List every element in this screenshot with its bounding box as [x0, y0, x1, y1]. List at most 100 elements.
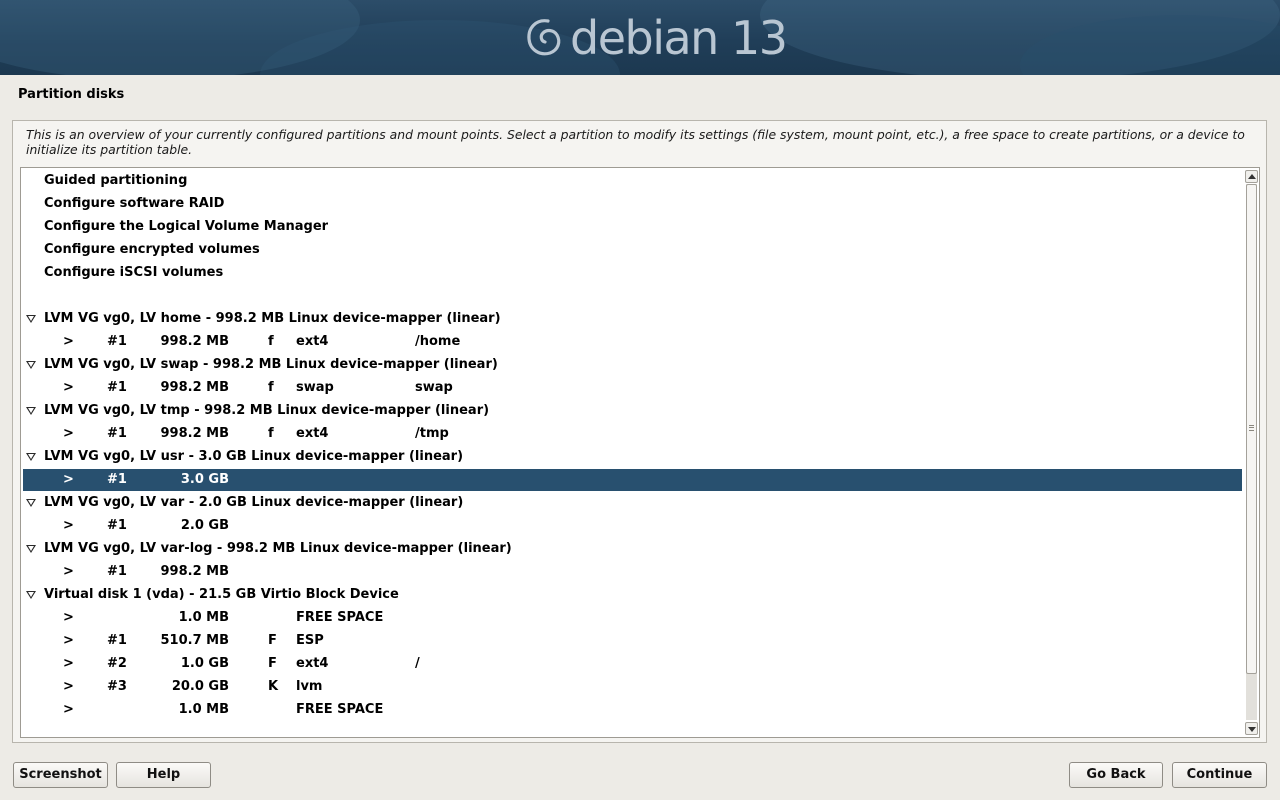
header-banner: debian 13 — [0, 0, 1280, 75]
partition-arrow: > — [63, 610, 74, 625]
device-row[interactable]: LVM VG vg0, LV tmp - 998.2 MB Linux devi… — [23, 400, 1242, 422]
partition-filesystem: lvm — [296, 679, 323, 694]
partition-arrow: > — [63, 564, 74, 579]
menu-item-label: Configure the Logical Volume Manager — [44, 219, 329, 234]
partition-size: 1.0 GB — [180, 656, 229, 671]
expand-triangle-icon[interactable] — [26, 499, 36, 507]
device-label: Virtual disk 1 (vda) - 21.5 GB Virtio Bl… — [44, 587, 399, 602]
partition-size: 998.2 MB — [160, 564, 230, 579]
partition-row[interactable]: > #1 2.0 GB — [23, 515, 1242, 537]
device-label: LVM VG vg0, LV usr - 3.0 GB Linux device… — [44, 449, 464, 464]
partition-list[interactable]: Guided partitioning Configure software RA… — [20, 167, 1260, 738]
vertical-scrollbar[interactable] — [1245, 170, 1258, 735]
logo-text: debian 13 — [570, 11, 788, 65]
menu-item-label: Configure encrypted volumes — [44, 242, 260, 257]
scroll-up-button[interactable] — [1245, 170, 1258, 183]
device-row[interactable]: LVM VG vg0, LV var-log - 998.2 MB Linux … — [23, 538, 1242, 560]
menu-item[interactable]: Configure software RAID — [23, 193, 1242, 215]
partition-filesystem: FREE SPACE — [296, 610, 384, 625]
debian-swirl-icon — [527, 19, 561, 56]
partition-flag: F — [268, 633, 277, 648]
expand-triangle-icon[interactable] — [26, 591, 36, 599]
partition-arrow: > — [63, 426, 74, 441]
scroll-down-icon — [1248, 727, 1256, 732]
device-row[interactable]: Virtual disk 1 (vda) - 21.5 GB Virtio Bl… — [23, 584, 1242, 606]
device-label: LVM VG vg0, LV var - 2.0 GB Linux device… — [44, 495, 464, 510]
partition-mountpoint: / — [415, 656, 420, 671]
partition-row[interactable]: > #1 998.2 MB f ext4/tmp — [23, 423, 1242, 445]
device-row[interactable]: LVM VG vg0, LV home - 998.2 MB Linux dev… — [23, 308, 1242, 330]
partition-arrow: > — [63, 472, 74, 487]
menu-item-label: Guided partitioning — [44, 173, 188, 188]
partition-row[interactable]: >1.0 MB FREE SPACE — [23, 699, 1242, 721]
partition-row[interactable]: > #1 3.0 GB — [23, 469, 1242, 491]
menu-item[interactable]: Configure the Logical Volume Manager — [23, 216, 1242, 238]
partition-size: 998.2 MB — [160, 334, 230, 349]
expand-triangle-icon[interactable] — [26, 315, 36, 323]
partition-arrow: > — [63, 633, 74, 648]
page-title: Partition disks — [18, 87, 125, 102]
menu-item[interactable]: Configure iSCSI volumes — [23, 262, 1242, 284]
partition-arrow: > — [63, 518, 74, 533]
scroll-down-button[interactable] — [1245, 722, 1258, 735]
partition-size: 20.0 GB — [171, 679, 229, 694]
expand-triangle-icon[interactable] — [26, 361, 36, 369]
partition-filesystem: ext4 — [296, 656, 329, 671]
partition-arrow: > — [63, 380, 74, 395]
partition-flag: F — [268, 656, 277, 671]
screenshot-button[interactable]: Screenshot — [13, 762, 108, 788]
partition-row[interactable]: > #1 998.2 MB — [23, 561, 1242, 583]
partition-arrow: > — [63, 702, 74, 717]
partition-size: 1.0 MB — [178, 610, 229, 625]
partition-flag: f — [268, 380, 274, 395]
continue-button[interactable]: Continue — [1172, 762, 1267, 788]
partition-row[interactable]: > #3 20.0 GB Klvm — [23, 676, 1242, 698]
partition-arrow: > — [63, 656, 74, 671]
scroll-thumb[interactable] — [1246, 184, 1257, 674]
scroll-up-icon — [1248, 174, 1256, 179]
partition-filesystem: ext4 — [296, 334, 329, 349]
partition-flag: f — [268, 426, 274, 441]
partition-filesystem: ext4 — [296, 426, 329, 441]
partition-size: 998.2 MB — [160, 380, 230, 395]
menu-item-label: Configure iSCSI volumes — [44, 265, 224, 280]
expand-triangle-icon[interactable] — [26, 407, 36, 415]
partition-row[interactable]: > #1 998.2 MB f swap swap — [23, 377, 1242, 399]
menu-item[interactable]: Guided partitioning — [23, 170, 1242, 192]
partition-filesystem: FREE SPACE — [296, 702, 384, 717]
partition-mountpoint: swap — [415, 380, 453, 395]
partition-mountpoint: /tmp — [415, 426, 449, 441]
scroll-track[interactable] — [1246, 184, 1257, 720]
partition-size: 998.2 MB — [160, 426, 230, 441]
partition-filesystem: swap — [296, 380, 334, 395]
device-label: LVM VG vg0, LV home - 998.2 MB Linux dev… — [44, 311, 501, 326]
partition-row[interactable]: > #1 998.2 MB f ext4/home — [23, 331, 1242, 353]
partition-row[interactable]: >1.0 MB FREE SPACE — [23, 607, 1242, 629]
partition-arrow: > — [63, 679, 74, 694]
menu-item[interactable]: Configure encrypted volumes — [23, 239, 1242, 261]
go-back-button[interactable]: Go Back — [1069, 762, 1163, 788]
menu-item-label: Configure software RAID — [44, 196, 225, 211]
partition-arrow: > — [63, 334, 74, 349]
partition-row[interactable]: > #2 1.0 GB Fext4/ — [23, 653, 1242, 675]
intro-text: This is an overview of your currently co… — [26, 127, 1245, 157]
partition-flag: K — [268, 679, 279, 694]
partition-size: 3.0 GB — [180, 472, 229, 487]
debian-logo: debian 13 — [524, 10, 788, 66]
partition-size: 2.0 GB — [180, 518, 229, 533]
partition-row[interactable]: > #1 510.7 MB F ESP — [23, 630, 1242, 652]
device-row[interactable]: LVM VG vg0, LV swap - 998.2 MB Linux dev… — [23, 354, 1242, 376]
partition-size: 510.7 MB — [160, 633, 230, 648]
expand-triangle-icon[interactable] — [26, 453, 36, 461]
help-button[interactable]: Help — [116, 762, 211, 788]
grip-icon — [1249, 425, 1254, 431]
device-row[interactable]: LVM VG vg0, LV var - 2.0 GB Linux device… — [23, 492, 1242, 514]
device-label: LVM VG vg0, LV var-log - 998.2 MB Linux … — [44, 541, 512, 556]
device-label: LVM VG vg0, LV tmp - 998.2 MB Linux devi… — [44, 403, 490, 418]
device-label: LVM VG vg0, LV swap - 998.2 MB Linux dev… — [44, 357, 498, 372]
partition-filesystem: ESP — [296, 633, 324, 648]
expand-triangle-icon[interactable] — [26, 545, 36, 553]
partition-size: 1.0 MB — [178, 702, 229, 717]
partition-flag: f — [268, 334, 274, 349]
device-row[interactable]: LVM VG vg0, LV usr - 3.0 GB Linux device… — [23, 446, 1242, 468]
